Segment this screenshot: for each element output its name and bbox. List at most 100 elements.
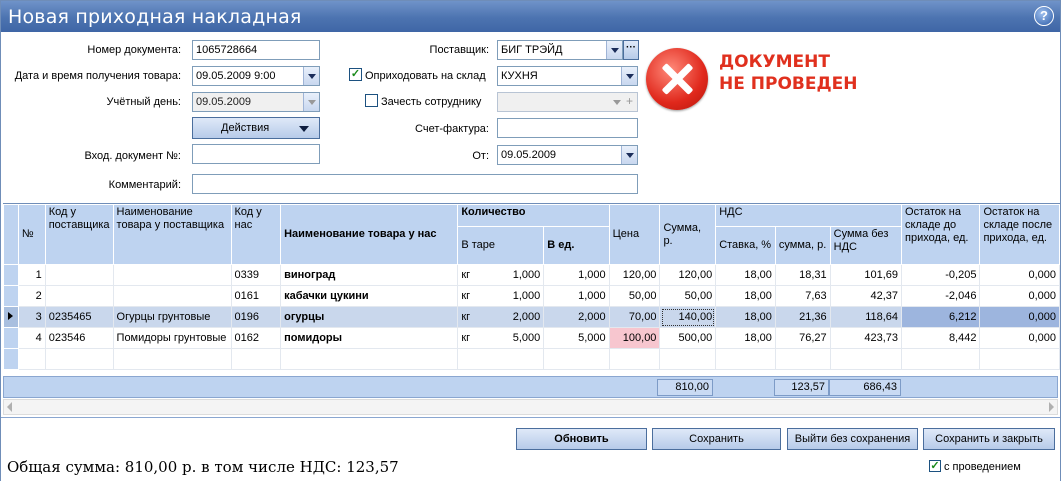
cell-sum-focused[interactable]: 140,00: [659, 306, 717, 328]
cell-vat-sum[interactable]: 7,63: [775, 285, 831, 307]
cell-sum[interactable]: 500,00: [659, 327, 717, 349]
cell-sum-no-vat[interactable]: 42,37: [830, 285, 903, 307]
row-selector[interactable]: [3, 327, 19, 349]
header-supplier-code[interactable]: Код у поставщика: [44, 204, 114, 265]
supplier-field[interactable]: БИГ ТРЭЙД: [497, 40, 623, 60]
header-price[interactable]: Цена: [608, 204, 661, 265]
cell-tare[interactable]: кг 1,000: [457, 285, 545, 307]
cell-price[interactable]: 50,00: [609, 285, 661, 307]
account-day-dropdown-icon[interactable]: [303, 93, 319, 111]
cell-vat-sum[interactable]: 76,27: [775, 327, 831, 349]
exit-without-saving-button[interactable]: Выйти без сохранения: [787, 428, 918, 450]
cell-our-code[interactable]: 0339: [231, 264, 282, 286]
cell-vat-rate[interactable]: 18,00: [715, 327, 776, 349]
cell-vat-rate[interactable]: 18,00: [715, 306, 776, 328]
scroll-left-icon[interactable]: [7, 402, 12, 412]
scroll-right-icon[interactable]: [1049, 402, 1054, 412]
row-selector[interactable]: [3, 348, 19, 370]
store-dropdown-icon[interactable]: [621, 67, 637, 85]
doc-number-field[interactable]: 1065728664: [192, 40, 320, 60]
store-field[interactable]: КУХНЯ: [497, 66, 638, 86]
cell-our-name[interactable]: кабачки цукини: [280, 285, 459, 307]
table-row[interactable]: 4 023546 Помидоры грунтовые 0162 помидор…: [3, 327, 1060, 349]
supplier-dropdown-icon[interactable]: [606, 41, 622, 59]
header-num[interactable]: №: [17, 204, 46, 265]
cell-tare[interactable]: кг 5,000: [457, 327, 545, 349]
header-qty-tare[interactable]: В таре: [457, 226, 545, 265]
with-posting-checkbox[interactable]: ✓: [929, 460, 941, 472]
cell-tare[interactable]: кг 2,000: [457, 306, 545, 328]
table-row[interactable]: 1 0339 виноград кг 1,000 1,000 120,00 120…: [3, 264, 1060, 286]
header-sum-no-vat[interactable]: Сумма без НДС: [829, 226, 903, 265]
cell-price[interactable]: 100,00: [609, 327, 661, 349]
supplier-more-button[interactable]: ···: [623, 40, 639, 60]
datetime-field[interactable]: 09.05.2009 9:00: [192, 66, 320, 86]
cell-sum[interactable]: 120,00: [659, 264, 717, 286]
cell-supplier-code[interactable]: 0235465: [45, 306, 114, 328]
refresh-button[interactable]: Обновить: [516, 428, 647, 450]
cell-vat-rate[interactable]: 18,00: [715, 264, 776, 286]
header-supplier-name[interactable]: Наименование товара у поставщика: [112, 204, 232, 265]
cell-tare[interactable]: кг 1,000: [457, 264, 545, 286]
comment-field[interactable]: [192, 174, 638, 194]
incoming-doc-field[interactable]: [192, 144, 320, 164]
cell-sum-no-vat[interactable]: 423,73: [830, 327, 903, 349]
cell-supplier-name[interactable]: Помидоры грунтовые: [113, 327, 232, 349]
cell-supplier-code[interactable]: [45, 264, 114, 286]
table-row-selected[interactable]: 3 0235465 Огурцы грунтовые 0196 огурцы к…: [3, 306, 1060, 328]
account-day-field[interactable]: 09.05.2009: [192, 92, 320, 112]
table-row-new[interactable]: [3, 348, 1060, 370]
row-selector[interactable]: [3, 264, 19, 286]
header-stock-before[interactable]: Остаток на складе до прихода, ед.: [901, 204, 981, 265]
from-date-field[interactable]: 09.05.2009: [497, 145, 638, 165]
header-qty[interactable]: Количество: [457, 204, 610, 227]
header-stock-after[interactable]: Остаток на складе после прихода, ед.: [979, 204, 1060, 265]
from-date-dropdown-icon[interactable]: [621, 146, 637, 164]
save-button[interactable]: Сохранить: [652, 428, 781, 450]
cell-vat-sum[interactable]: 18,31: [775, 264, 831, 286]
cell-units[interactable]: 1,000: [543, 264, 610, 286]
cell-units[interactable]: 1,000: [543, 285, 610, 307]
cell-units[interactable]: 2,000: [543, 306, 610, 328]
cell-our-name[interactable]: виноград: [280, 264, 459, 286]
cell-supplier-code[interactable]: 023546: [45, 327, 114, 349]
supplier-value: БИГ ТРЭЙД: [501, 44, 563, 56]
table-row[interactable]: 2 0161 кабачки цукини кг 1,000 1,000 50,0…: [3, 285, 1060, 307]
header-vat-sum[interactable]: сумма, р.: [774, 226, 831, 265]
cell-sum-no-vat[interactable]: 118,64: [830, 306, 903, 328]
save-and-close-button[interactable]: Сохранить и закрыть: [923, 428, 1055, 450]
cell-sum[interactable]: 50,00: [659, 285, 717, 307]
cell-vat-rate[interactable]: 18,00: [715, 285, 776, 307]
post-to-store-checkbox[interactable]: ✓: [349, 68, 362, 81]
cell-price[interactable]: 70,00: [609, 306, 661, 328]
header-our-name[interactable]: Наименование товара у нас: [280, 204, 459, 265]
row-selector[interactable]: [3, 285, 19, 307]
header-our-code[interactable]: Код у нас: [230, 204, 282, 265]
header-vat[interactable]: НДС: [715, 204, 903, 227]
help-icon[interactable]: ?: [1034, 6, 1054, 26]
cell-our-code[interactable]: 0196: [231, 306, 282, 328]
cell-our-name[interactable]: огурцы: [280, 306, 459, 328]
cell-supplier-code[interactable]: [45, 285, 114, 307]
cell-our-name[interactable]: помидоры: [280, 327, 459, 349]
header-qty-units[interactable]: В ед.: [543, 226, 610, 265]
header-sum[interactable]: Сумма, р.: [659, 204, 717, 265]
cell-supplier-name[interactable]: Огурцы грунтовые: [113, 306, 232, 328]
cell-units[interactable]: 5,000: [543, 327, 610, 349]
cell-sum-no-vat[interactable]: 101,69: [830, 264, 903, 286]
horizontal-scrollbar[interactable]: [3, 399, 1058, 415]
datetime-dropdown-icon[interactable]: [303, 67, 319, 85]
cell-tare-value: 1,000: [512, 269, 541, 281]
credit-employee-checkbox[interactable]: [365, 94, 378, 107]
cell-price[interactable]: 120,00: [609, 264, 661, 286]
cell-our-code[interactable]: 0161: [231, 285, 282, 307]
cell-supplier-name[interactable]: [113, 264, 232, 286]
actions-button[interactable]: Действия: [192, 117, 320, 139]
row-pointer-icon[interactable]: [3, 306, 19, 328]
cell-vat-sum[interactable]: 21,36: [775, 306, 831, 328]
employee-field[interactable]: +: [497, 92, 638, 112]
cell-supplier-name[interactable]: [113, 285, 232, 307]
header-vat-rate[interactable]: Ставка, %: [715, 226, 776, 265]
invoice-field[interactable]: [497, 118, 638, 138]
cell-our-code[interactable]: 0162: [231, 327, 282, 349]
